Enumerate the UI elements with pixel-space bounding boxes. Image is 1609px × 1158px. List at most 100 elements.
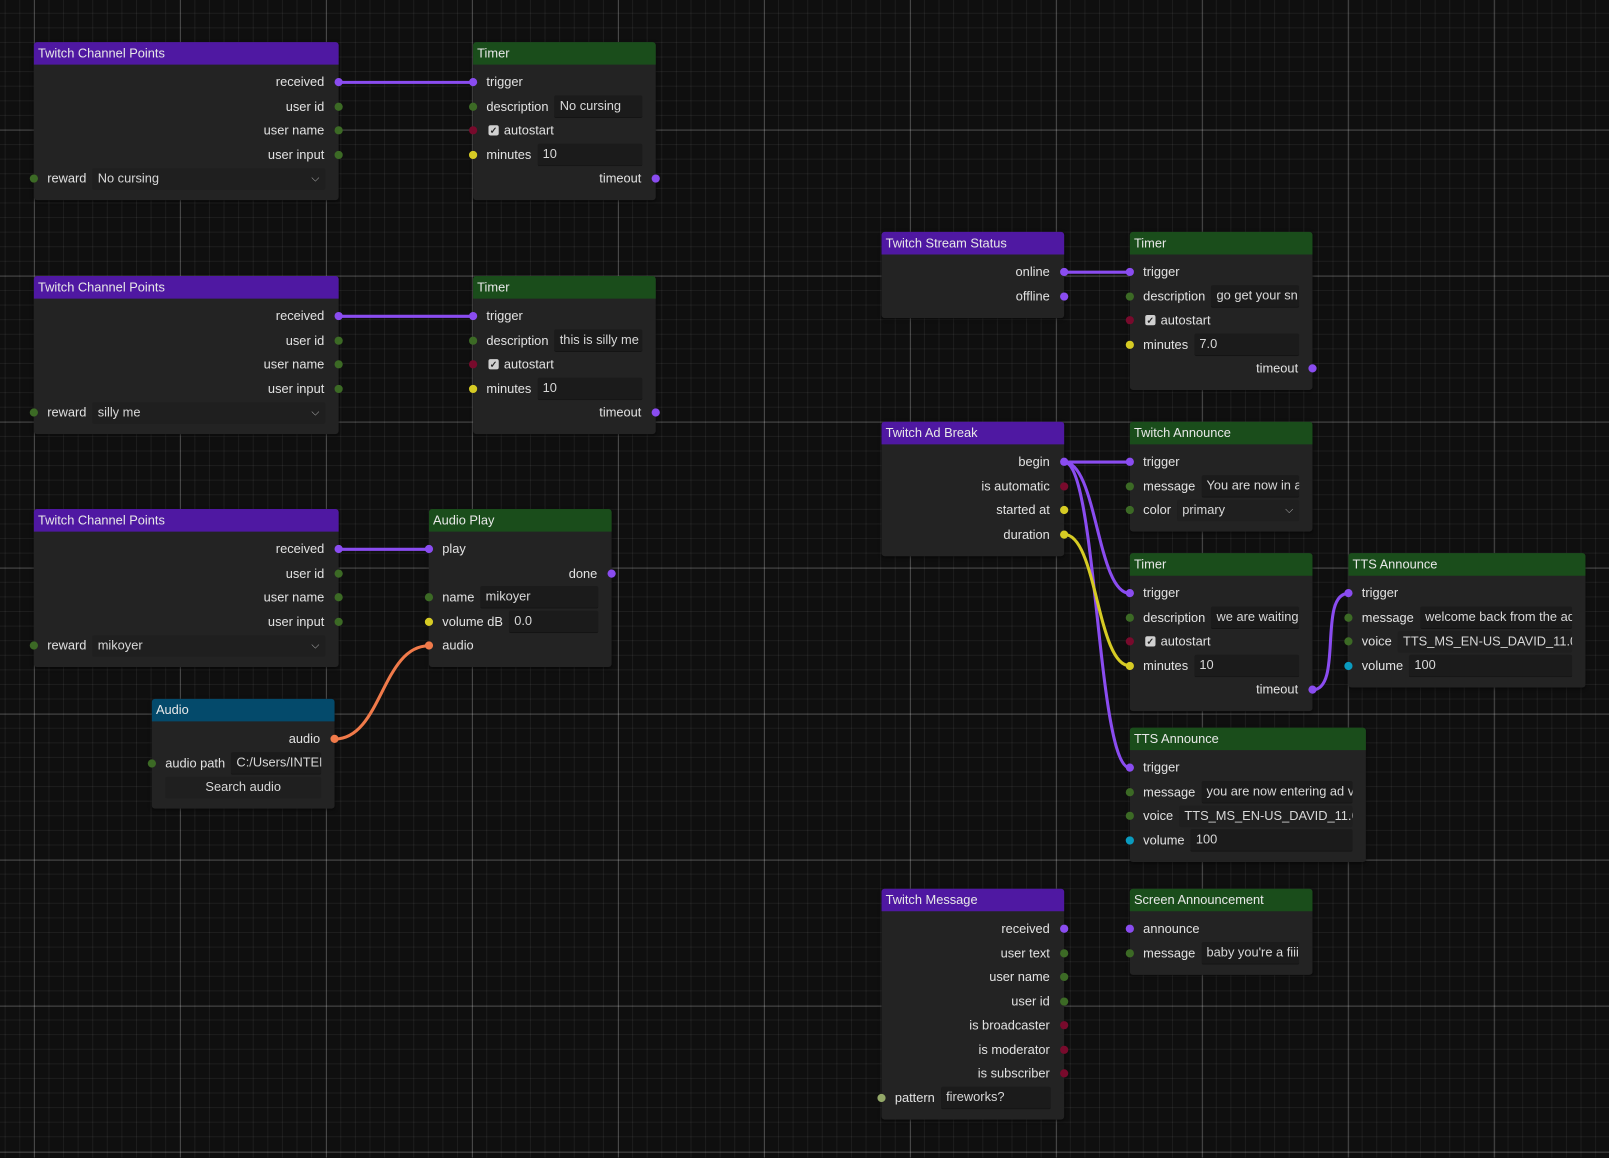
node-tts-announce[interactable]: TTS Announce trigger message welcome back f… <box>1344 553 1586 688</box>
node-title[interactable]: Twitch Channel Points <box>33 42 339 65</box>
output-port-user-id[interactable] <box>1060 997 1069 1006</box>
output-port-received[interactable] <box>334 78 343 87</box>
output-port-begin[interactable] <box>1060 457 1069 467</box>
autostart-checkbox[interactable]: ✓ <box>1145 636 1156 647</box>
node-title[interactable]: Twitch Channel Points <box>33 508 339 532</box>
input-port-autostart[interactable] <box>468 360 478 369</box>
color-dropdown[interactable]: primary ⌵ <box>1177 499 1300 522</box>
output-port-user-name[interactable] <box>1060 973 1069 982</box>
node-title[interactable]: TTS Announce <box>1348 553 1586 576</box>
output-port-is-subscriber[interactable] <box>1060 1069 1069 1078</box>
input-port-autostart[interactable] <box>1125 637 1134 646</box>
input-port-color[interactable] <box>1125 506 1134 515</box>
node-title[interactable]: Audio Play <box>428 508 612 532</box>
node-title[interactable]: Timer <box>1129 231 1313 255</box>
output-port-offline[interactable] <box>1060 292 1069 301</box>
connection-wire[interactable] <box>1310 591 1350 692</box>
connection-wire[interactable] <box>1062 460 1132 770</box>
node-audio-play[interactable]: Audio Play play done name mikoyer volume dB 0.… <box>424 508 616 668</box>
node-tts-announce[interactable]: TTS Announce trigger message you are now en… <box>1125 727 1366 862</box>
pattern-input[interactable]: fireworks? <box>940 1086 1051 1110</box>
input-port-play[interactable] <box>424 545 434 554</box>
volume-input[interactable]: 100 <box>1409 654 1573 678</box>
minutes-input[interactable]: 10 <box>537 377 643 400</box>
output-port-received[interactable] <box>1060 924 1069 934</box>
output-port-is-broadcaster[interactable] <box>1060 1021 1069 1030</box>
node-title[interactable]: Twitch Channel Points <box>33 276 339 299</box>
input-port-trigger[interactable] <box>1344 589 1353 598</box>
reward-dropdown[interactable]: silly me ⌵ <box>92 402 326 424</box>
input-port-minutes[interactable] <box>1125 340 1134 349</box>
input-port-message[interactable] <box>1125 482 1134 491</box>
input-port-audio[interactable] <box>424 641 434 650</box>
input-port-minutes[interactable] <box>468 150 478 159</box>
minutes-input[interactable]: 10 <box>537 143 643 166</box>
minutes-input[interactable]: 10 <box>1194 654 1300 678</box>
input-port-trigger[interactable] <box>1125 457 1134 467</box>
description-input[interactable]: go get your sn <box>1211 285 1300 308</box>
reward-dropdown[interactable]: mikoyer ⌵ <box>92 634 326 657</box>
input-port-voice[interactable] <box>1125 811 1134 821</box>
input-port-reward[interactable] <box>29 174 38 183</box>
output-port-user-text[interactable] <box>1060 948 1069 958</box>
audio-path-input[interactable]: C:/Users/INTEL <box>231 751 322 775</box>
input-port-autostart[interactable] <box>468 126 478 135</box>
input-port-minutes[interactable] <box>1125 661 1134 670</box>
input-port-description[interactable] <box>1125 613 1134 622</box>
node-title[interactable]: Timer <box>473 42 656 65</box>
output-port-timeout[interactable] <box>651 408 660 417</box>
output-port-received[interactable] <box>334 312 343 321</box>
node-twitch-channel-points[interactable]: Twitch Channel Points received user id user… <box>29 276 343 435</box>
message-input[interactable]: you are now entering ad v <box>1201 780 1353 804</box>
input-port-reward[interactable] <box>29 641 38 650</box>
input-port-trigger[interactable] <box>1125 763 1134 772</box>
description-input[interactable]: this is silly me <box>554 329 643 352</box>
output-port-user-id[interactable] <box>334 102 343 111</box>
input-port-description[interactable] <box>468 336 478 345</box>
description-input[interactable]: we are waiting <box>1211 606 1300 629</box>
search-audio-button[interactable]: Search audio <box>165 776 322 799</box>
message-input[interactable]: You are now in a <box>1201 474 1300 498</box>
input-port-trigger[interactable] <box>468 78 478 87</box>
input-port-autostart[interactable] <box>1125 316 1134 325</box>
input-port-volume-db[interactable] <box>424 617 434 626</box>
input-port-message[interactable] <box>1125 787 1134 797</box>
minutes-input[interactable]: 7.0 <box>1194 333 1300 356</box>
input-port-trigger[interactable] <box>468 312 478 321</box>
node-timer[interactable]: Timer trigger description No cursing ✓ autost… <box>468 42 660 201</box>
node-timer[interactable]: Timer trigger description we are waiting ✓ au… <box>1125 553 1317 712</box>
input-port-name[interactable] <box>424 593 434 602</box>
input-port-description[interactable] <box>468 102 478 111</box>
output-port-user-input[interactable] <box>334 617 343 626</box>
output-port-user-name[interactable] <box>334 126 343 135</box>
input-port-announce[interactable] <box>1125 924 1134 934</box>
node-title[interactable]: Twitch Announce <box>1129 421 1313 445</box>
reward-dropdown[interactable]: No cursing ⌵ <box>92 168 326 190</box>
output-port-audio[interactable] <box>330 735 339 744</box>
connection-wire[interactable] <box>1062 532 1132 668</box>
node-title[interactable]: Twitch Message <box>881 888 1065 912</box>
volume-db-input[interactable]: 0.0 <box>509 610 599 633</box>
output-port-user-input[interactable] <box>334 384 343 393</box>
autostart-checkbox[interactable]: ✓ <box>488 359 499 370</box>
node-title[interactable]: Timer <box>473 276 656 299</box>
input-port-volume[interactable] <box>1344 661 1353 670</box>
voice-dropdown[interactable]: TTS_MS_EN-US_DAVID_11.0⌵ <box>1179 805 1353 827</box>
input-port-minutes[interactable] <box>468 384 478 393</box>
connection-wire[interactable] <box>333 644 431 741</box>
output-port-started-at[interactable] <box>1060 506 1069 515</box>
node-title[interactable]: Audio <box>151 698 335 722</box>
output-port-user-id[interactable] <box>334 336 343 345</box>
input-port-trigger[interactable] <box>1125 589 1134 598</box>
node-twitch-stream-status[interactable]: Twitch Stream Status online offline <box>881 231 1069 318</box>
input-port-description[interactable] <box>1125 292 1134 301</box>
output-port-is-moderator[interactable] <box>1060 1045 1069 1054</box>
node-twitch-announce[interactable]: Twitch Announce trigger message You are now… <box>1125 421 1313 532</box>
voice-dropdown[interactable]: TTS_MS_EN-US_DAVID_11.0⌵ <box>1397 630 1573 653</box>
node-timer[interactable]: Timer trigger description this is silly me ✓… <box>468 276 660 435</box>
output-port-timeout[interactable] <box>651 174 660 183</box>
input-port-audio-path[interactable] <box>147 759 156 768</box>
output-port-received[interactable] <box>334 545 343 554</box>
node-twitch-message[interactable]: Twitch Message received user text user name… <box>877 888 1069 1120</box>
node-graph-canvas[interactable]: Twitch Channel Points received user id user… <box>0 0 1609 1158</box>
